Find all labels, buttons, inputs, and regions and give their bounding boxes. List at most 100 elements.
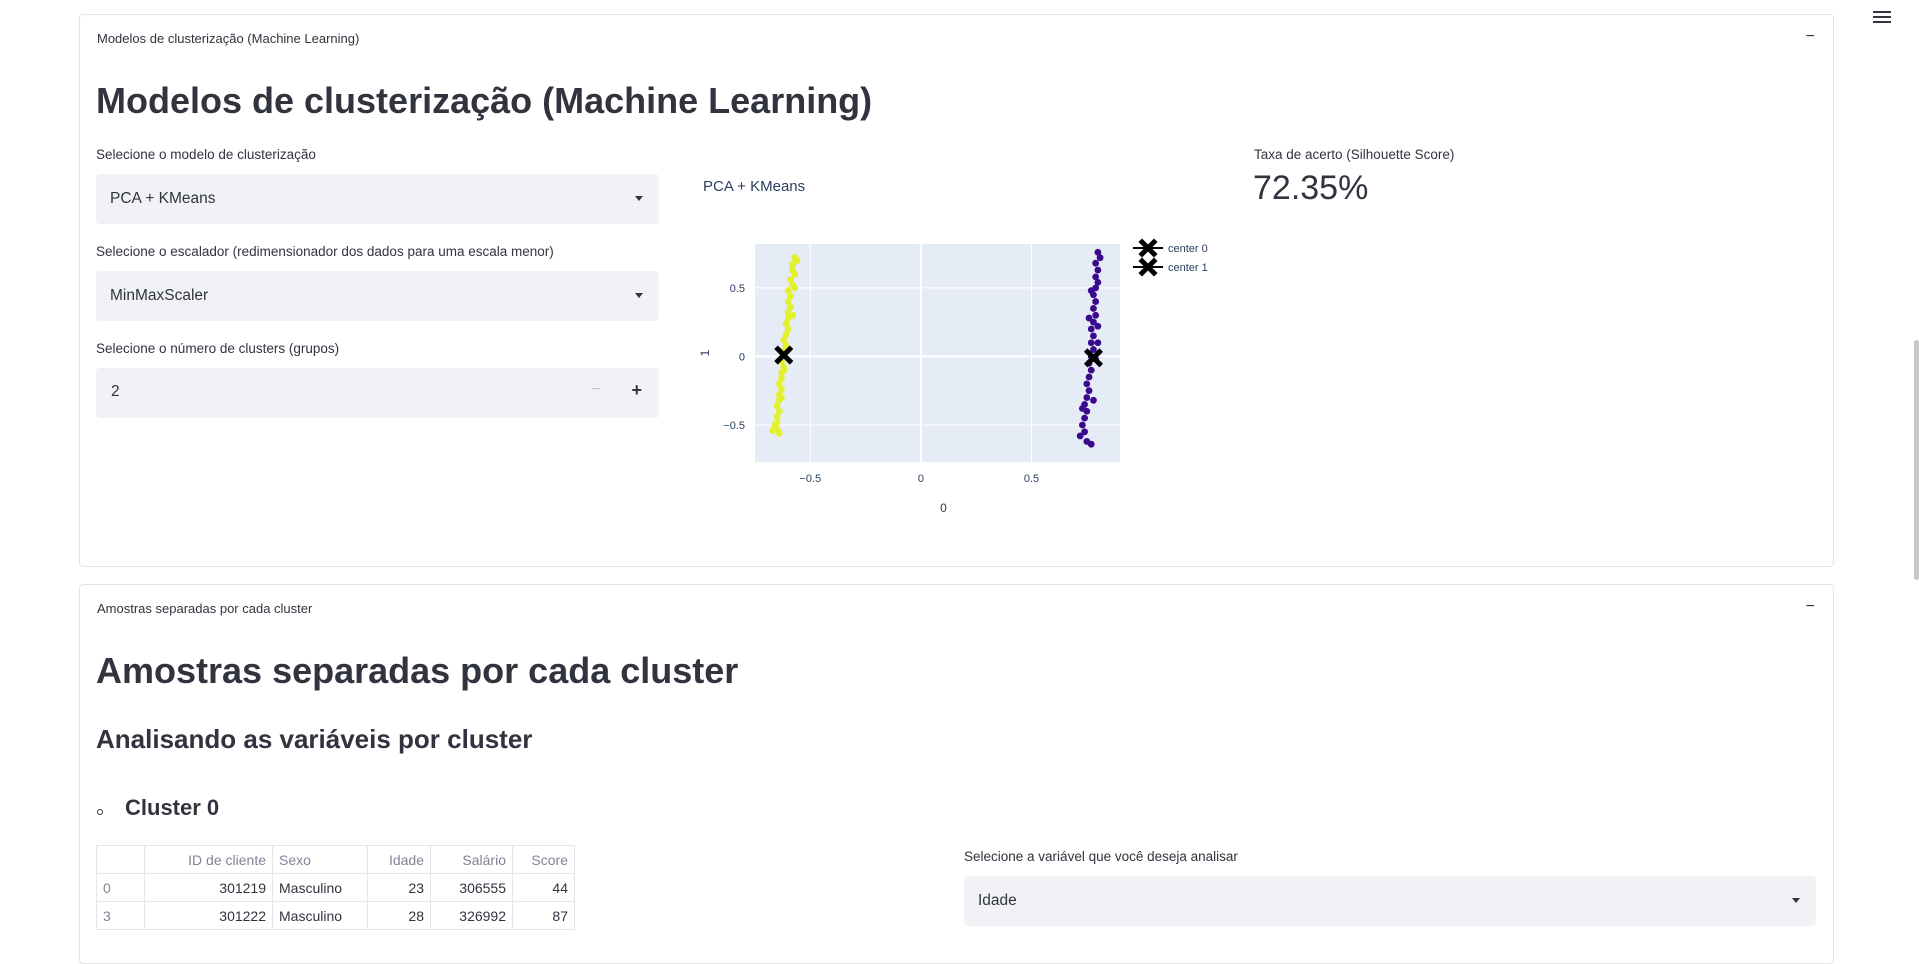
table-cell-idade: 28: [367, 901, 431, 930]
expander-label: Modelos de clusterização (Machine Learni…: [97, 30, 360, 46]
scatter-point: [1094, 339, 1102, 347]
variable-select-label: Selecione a variável que você deseja ana…: [964, 849, 1238, 864]
column-header-score[interactable]: Score: [512, 845, 575, 874]
column-header-id[interactable]: ID de cliente: [144, 845, 273, 874]
scatter-point: [1085, 373, 1093, 381]
x-tick-label: 0.5: [1024, 473, 1039, 485]
y-axis-label: 1: [698, 349, 712, 356]
scatter-point: [1087, 366, 1095, 374]
expander-header-cluster-samples[interactable]: Amostras separadas por cada cluster −: [80, 585, 1833, 631]
metric-value: 72.35%: [1253, 169, 1369, 207]
x-axis-ticks: −0.5 0 0.5: [799, 473, 1039, 485]
legend-item[interactable]: center 0: [1133, 238, 1208, 258]
x-tick-label: −0.5: [799, 473, 821, 485]
cluster-table: ID de cliente Sexo Idade Salário Score 0…: [96, 845, 575, 930]
scatter-point: [780, 366, 788, 374]
model-select-value: PCA + KMeans: [110, 190, 216, 207]
scatter-point: [1076, 432, 1084, 440]
chart-legend[interactable]: center 0 center 1: [1133, 238, 1208, 277]
clusters-input-label: Selecione o número de clusters (grupos): [96, 341, 340, 356]
scatter-point: [1087, 325, 1095, 333]
scatter-point: [1092, 259, 1100, 267]
scatter-chart: −0.5 0 0.5 −0.5 0 0.5 0 1 center 0 center 1: [698, 238, 1208, 515]
scatter-point: [1083, 394, 1091, 401]
scatter-point: [789, 311, 797, 319]
table-cell-id: 301222: [144, 901, 273, 930]
scatter-point: [1092, 311, 1100, 319]
y-axis-ticks: −0.5 0 0.5: [723, 283, 745, 432]
column-header-idade[interactable]: Idade: [367, 845, 431, 874]
table-cell-salario: 326992: [430, 901, 513, 930]
section-title: Amostras separadas por cada cluster: [96, 650, 739, 691]
scaler-select[interactable]: MinMaxScaler: [96, 271, 659, 321]
scatter-point: [1087, 440, 1095, 448]
collapse-icon[interactable]: −: [1806, 598, 1815, 616]
x-axis-label: 0: [940, 501, 947, 515]
table-header-row: ID de cliente Sexo Idade Salário Score: [96, 845, 575, 874]
y-tick-label: 0: [739, 351, 745, 363]
page-title: Modelos de clusterização (Machine Learni…: [96, 80, 873, 121]
table-cell-salario: 306555: [430, 873, 513, 902]
scatter-point: [1096, 254, 1104, 262]
expander-header-clustering-models[interactable]: Modelos de clusterização (Machine Learni…: [80, 15, 1833, 61]
chevron-down-icon: [1792, 898, 1800, 903]
scrollbar-thumb[interactable]: [1914, 340, 1919, 580]
plot-area: [755, 244, 1120, 462]
column-header-index[interactable]: [96, 845, 145, 874]
scatter-point: [1094, 322, 1102, 330]
model-select-label: Selecione o modelo de clusterização: [96, 147, 316, 162]
scaler-select-value: MinMaxScaler: [110, 287, 209, 304]
legend-label: center 1: [1168, 262, 1208, 274]
collapse-icon[interactable]: −: [1806, 28, 1815, 46]
legend-item[interactable]: center 1: [1133, 257, 1208, 277]
scatter-point: [1092, 298, 1100, 305]
y-tick-label: 0.5: [730, 283, 745, 295]
table-cell-sexo: Masculino: [272, 873, 368, 902]
variable-select-value: Idade: [978, 892, 1017, 909]
column-header-salario[interactable]: Salário: [430, 845, 513, 874]
table-cell-score: 44: [512, 873, 575, 902]
table-row: 0 301219 Masculino 23 306555 44: [96, 873, 575, 902]
hamburger-menu-icon[interactable]: [1873, 8, 1891, 24]
section-subtitle: Analisando as variáveis por cluster: [96, 724, 533, 754]
expander-label: Amostras separadas por cada cluster: [97, 600, 313, 616]
increment-button[interactable]: +: [631, 380, 642, 401]
scatter-point: [1078, 421, 1086, 429]
scatter-point: [1090, 332, 1097, 340]
y-tick-label: −0.5: [723, 420, 745, 432]
decrement-button[interactable]: −: [592, 381, 601, 399]
scatter-point: [1085, 314, 1093, 322]
scatter-point: [1085, 387, 1093, 395]
scaler-select-label: Selecione o escalador (redimensionador d…: [96, 244, 554, 259]
bullet-icon: [97, 809, 103, 815]
scatter-point: [1081, 414, 1089, 422]
scatter-point: [1087, 339, 1095, 347]
table-cell-index: 0: [96, 873, 145, 902]
scatter-point: [791, 270, 799, 278]
scatter-point: [1083, 380, 1091, 388]
clusters-input-value[interactable]: 2: [111, 383, 120, 401]
chevron-down-icon: [635, 196, 643, 201]
scatter-point: [769, 427, 777, 434]
table-cell-idade: 23: [367, 873, 431, 902]
scatter-point: [1094, 266, 1102, 274]
chart-title: PCA + KMeans: [703, 178, 806, 195]
chevron-down-icon: [635, 293, 643, 298]
scatter-point: [775, 429, 783, 437]
scatter-point: [791, 284, 799, 292]
table-row: 3 301222 Masculino 28 326992 87: [96, 901, 575, 930]
model-select[interactable]: PCA + KMeans: [96, 174, 659, 224]
scatter-point: [1078, 405, 1086, 412]
x-tick-label: 0: [918, 473, 924, 485]
scatter-point: [1087, 287, 1095, 295]
table-cell-index: 3: [96, 901, 145, 930]
variable-select[interactable]: Idade: [964, 876, 1816, 926]
table-cell-score: 87: [512, 901, 575, 930]
scatter-point: [1090, 305, 1097, 312]
clusters-number-input[interactable]: 2 − +: [96, 368, 659, 418]
legend-label: center 0: [1168, 243, 1208, 255]
scatter-point: [778, 394, 785, 401]
column-header-sexo[interactable]: Sexo: [272, 845, 368, 874]
table-cell-sexo: Masculino: [272, 901, 368, 930]
table-cell-id: 301219: [144, 873, 273, 902]
